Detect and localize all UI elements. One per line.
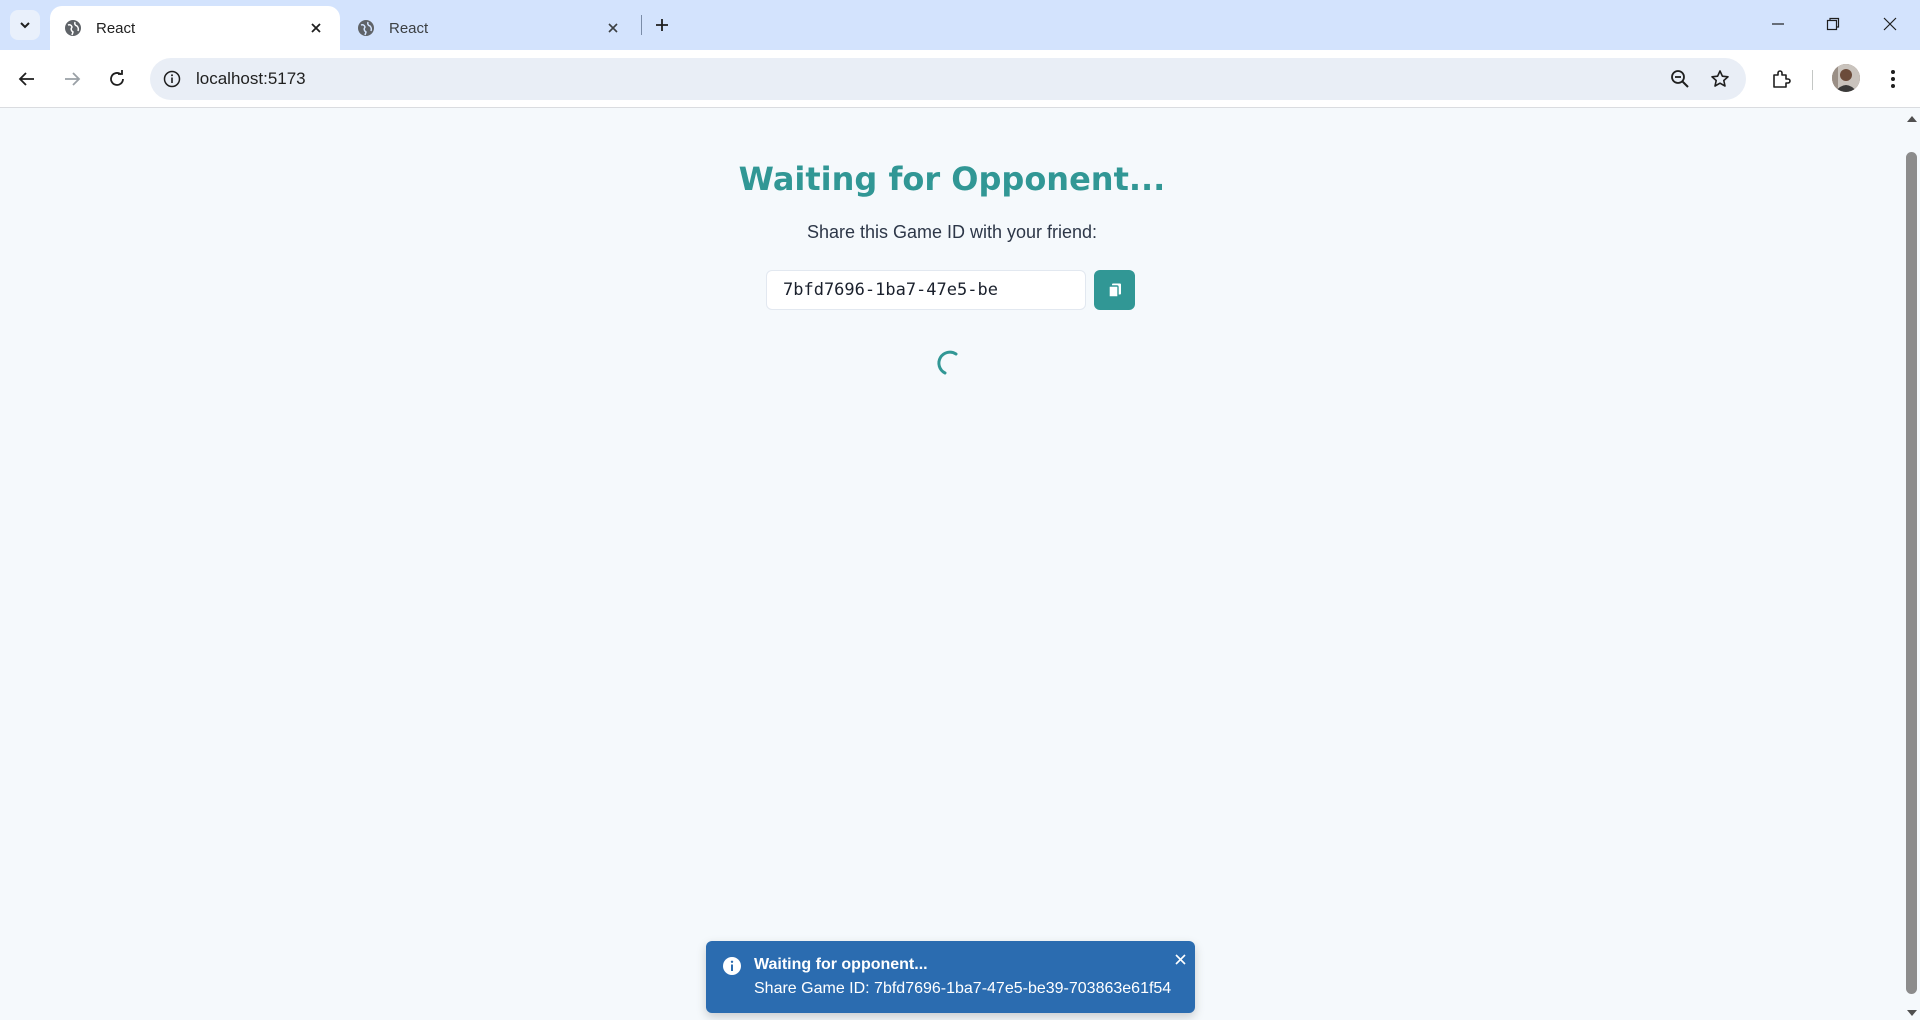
star-icon xyxy=(1711,70,1729,87)
restore-button[interactable] xyxy=(1813,6,1853,42)
tab-strip: React React xyxy=(0,0,1920,50)
kebab-menu-icon xyxy=(1891,70,1895,88)
toast-notification: Waiting for opponent... Share Game ID: 7… xyxy=(706,941,1195,1013)
tab-react-inactive[interactable]: React xyxy=(343,6,637,50)
loading-spinner xyxy=(937,350,958,375)
new-tab-button[interactable] xyxy=(650,10,674,40)
page-scrollbar[interactable] xyxy=(1904,108,1920,1020)
arrow-right-icon xyxy=(65,72,81,86)
forward-button[interactable] xyxy=(55,62,89,96)
copy-game-id-button[interactable] xyxy=(1094,270,1135,310)
close-window-button[interactable] xyxy=(1870,6,1910,42)
toast-title: Waiting for opponent... xyxy=(754,956,928,973)
tab-close-button[interactable] xyxy=(306,18,326,38)
url-text: localhost:5173 xyxy=(196,69,306,88)
tab-react-active[interactable]: React xyxy=(50,6,340,50)
close-icon xyxy=(1883,17,1897,31)
tab-close-button[interactable] xyxy=(603,18,623,38)
share-instructions: Share this Game ID with your friend: xyxy=(806,222,1098,242)
scroll-up-arrow[interactable] xyxy=(1907,116,1917,122)
toast-description: Share Game ID: 7bfd7696-1ba7-47e5-be39-7… xyxy=(754,980,1172,997)
avatar[interactable] xyxy=(1832,64,1860,92)
chevron-down-icon xyxy=(20,22,30,29)
extensions-button[interactable] xyxy=(1764,62,1798,96)
close-icon xyxy=(1174,953,1186,965)
reload-button[interactable] xyxy=(100,62,134,96)
plus-icon xyxy=(656,19,668,31)
browser-menu-button[interactable] xyxy=(1876,62,1910,96)
copy-icon xyxy=(1107,283,1121,298)
site-info-button[interactable] xyxy=(160,67,184,91)
minimize-icon xyxy=(1772,23,1784,25)
back-button[interactable] xyxy=(10,62,44,96)
scroll-thumb[interactable] xyxy=(1906,152,1917,994)
arrow-left-icon xyxy=(18,72,34,86)
puzzle-icon xyxy=(1773,70,1791,88)
tab-title: React xyxy=(389,19,429,37)
page-title: Waiting for Opponent... xyxy=(738,160,1166,198)
toast-close-button[interactable] xyxy=(1172,951,1188,967)
minimize-button[interactable] xyxy=(1758,6,1798,42)
tab-divider xyxy=(641,15,642,35)
globe-icon xyxy=(358,20,374,36)
tab-search-button[interactable] xyxy=(10,10,40,40)
bookmark-button[interactable] xyxy=(1706,65,1734,93)
restore-icon xyxy=(1826,17,1840,31)
tab-title: React xyxy=(96,19,136,37)
close-icon xyxy=(608,23,618,33)
profile-photo xyxy=(1832,64,1860,92)
page-content: Waiting for Opponent... Share this Game … xyxy=(0,108,1904,1020)
scroll-down-arrow[interactable] xyxy=(1907,1010,1917,1016)
reload-icon xyxy=(110,70,124,86)
info-icon xyxy=(723,957,741,975)
globe-icon xyxy=(65,20,81,36)
toolbar-divider xyxy=(1812,70,1813,90)
game-id-field[interactable] xyxy=(766,270,1086,310)
zoom-out-icon xyxy=(1671,70,1689,88)
zoom-button[interactable] xyxy=(1666,65,1694,93)
address-bar[interactable]: localhost:5173 xyxy=(150,58,1746,100)
browser-toolbar: localhost:5173 xyxy=(0,50,1920,108)
close-icon xyxy=(311,23,321,33)
info-icon xyxy=(163,70,181,88)
